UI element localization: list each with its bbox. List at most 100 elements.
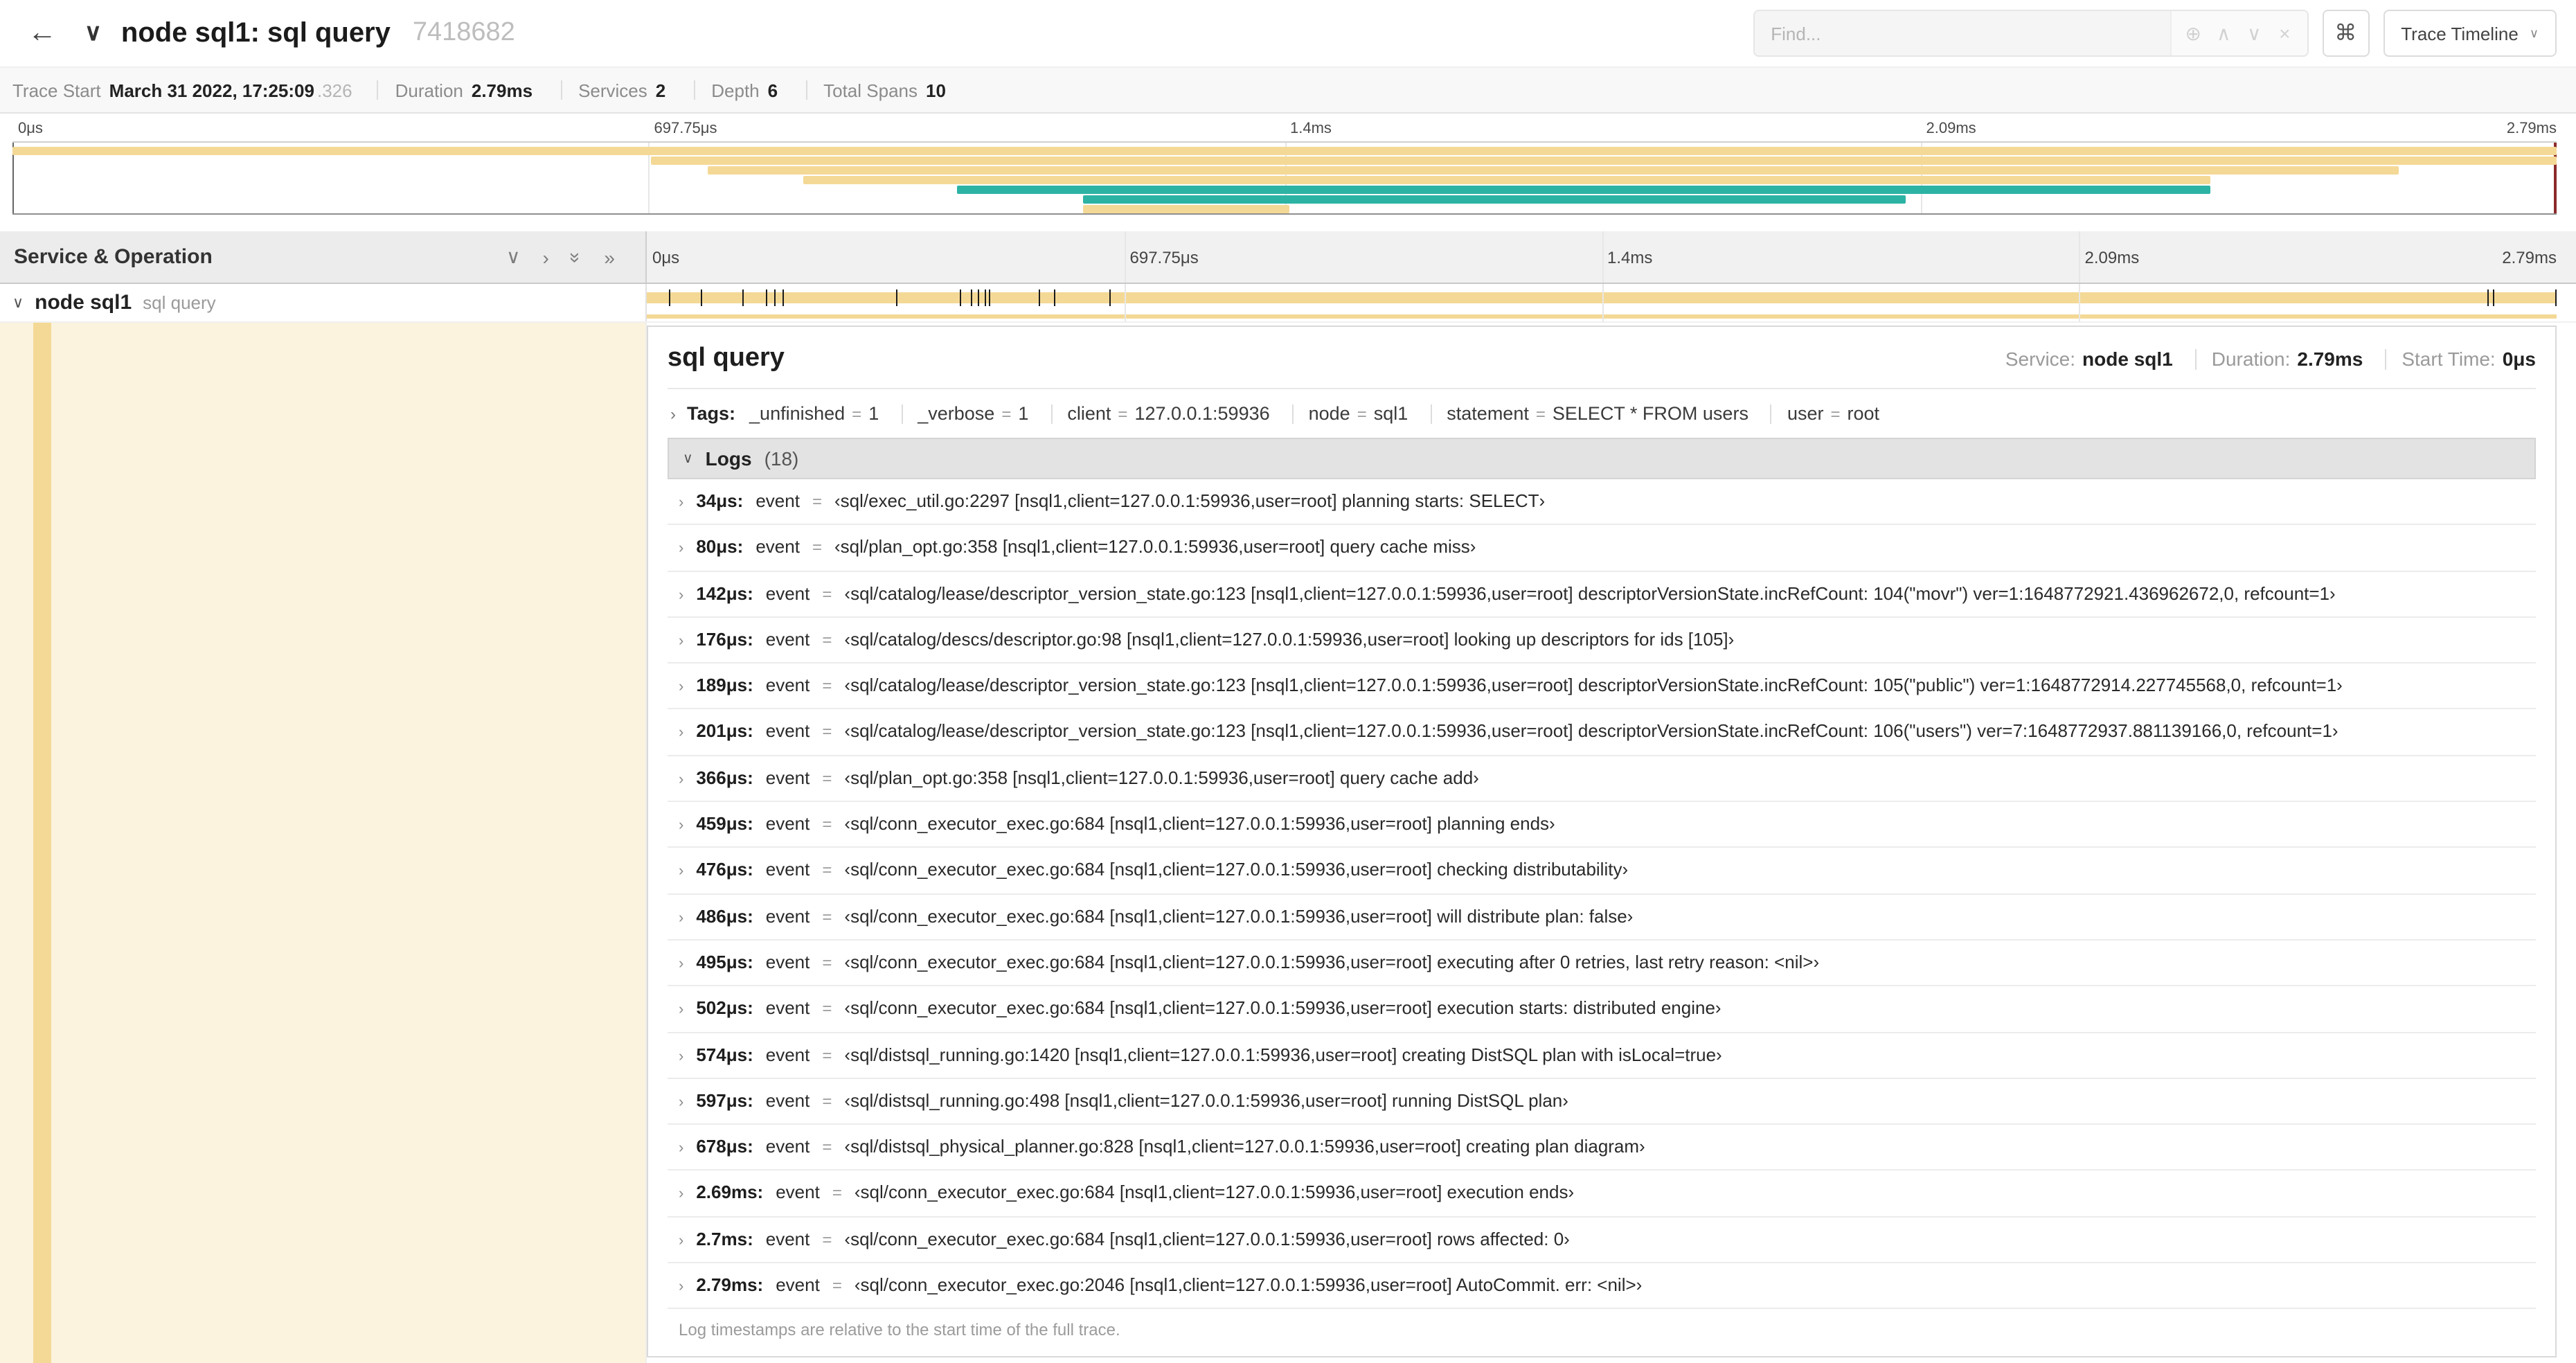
chevron-right-icon[interactable]: › [679, 1279, 683, 1295]
view-mode-dropdown[interactable]: Trace Timeline ∨ [2383, 10, 2557, 57]
chevron-right-icon[interactable]: › [679, 541, 683, 558]
log-tick [668, 289, 670, 306]
log-row[interactable]: › 2.79ms: event = ‹sql/conn_executor_exe… [668, 1263, 2536, 1310]
chevron-right-icon[interactable]: › [670, 404, 676, 423]
log-tick [989, 289, 991, 306]
chevron-right-icon[interactable]: › [679, 909, 683, 926]
log-row[interactable]: › 176μs: event = ‹sql/catalog/descs/desc… [668, 618, 2536, 664]
summary-value: March 31 2022, 17:25:09 [109, 80, 314, 100]
log-tick [2487, 289, 2489, 306]
chevron-right-icon[interactable]: › [679, 1233, 683, 1249]
gridline [1124, 284, 1126, 321]
log-row[interactable]: › 80μs: event = ‹sql/plan_opt.go:358 [ns… [668, 526, 2536, 572]
summary-value: 2.79ms [471, 80, 533, 100]
equals-sign: = [1118, 404, 1128, 423]
command-icon: ⌘ [2334, 22, 2357, 46]
minimap-span [707, 166, 2399, 175]
find-group: ⊕ ∧ ∨ × [1753, 10, 2309, 57]
log-row[interactable]: › 201μs: event = ‹sql/catalog/lease/desc… [668, 710, 2536, 756]
chevron-right-icon[interactable]: › [679, 679, 683, 695]
equals-sign: = [822, 1045, 832, 1065]
log-row[interactable]: › 502μs: event = ‹sql/conn_executor_exec… [668, 987, 2536, 1033]
find-input[interactable] [1754, 11, 2170, 55]
next-match-chevron-down-icon[interactable]: ∨ [2240, 21, 2268, 45]
log-row[interactable]: › 574μs: event = ‹sql/distsql_running.go… [668, 1033, 2536, 1079]
equals-sign: = [852, 404, 862, 423]
chevron-right-icon[interactable]: › [679, 1048, 683, 1064]
log-tick [2493, 289, 2495, 306]
log-timestamp: 2.69ms: [696, 1182, 764, 1203]
trace-minimap-section: 0μs 697.75μs 1.4ms 2.09ms 2.79ms [12, 119, 2557, 215]
log-row[interactable]: › 476μs: event = ‹sql/conn_executor_exec… [668, 848, 2536, 895]
log-field-value: ‹sql/conn_executor_exec.go:684 [nsql1,cl… [844, 1229, 1570, 1249]
log-field-value: ‹sql/plan_opt.go:358 [nsql1,client=127.0… [834, 537, 1476, 558]
divider [377, 80, 379, 100]
clear-find-close-icon[interactable]: × [2271, 22, 2298, 44]
log-row[interactable]: › 142μs: event = ‹sql/catalog/lease/desc… [668, 571, 2536, 618]
logs-footnote: Log timestamps are relative to the start… [679, 1320, 1120, 1340]
log-row[interactable]: › 495μs: event = ‹sql/conn_executor_exec… [668, 941, 2536, 987]
log-tick [782, 289, 785, 306]
ruler-tick-label: 0μs [18, 121, 43, 137]
chevron-right-icon[interactable]: › [679, 864, 683, 880]
expand-all-double-chevron-right-icon[interactable]: » [604, 246, 615, 268]
meta-item: Start Time: 0μs [2401, 348, 2536, 370]
log-row[interactable]: › 366μs: event = ‹sql/plan_opt.go:358 [n… [668, 756, 2536, 803]
ruler-tick-label: 2.79ms [2502, 248, 2557, 267]
back-icon[interactable]: ← [19, 17, 65, 50]
prev-match-chevron-up-icon[interactable]: ∧ [2210, 21, 2237, 45]
tag-key: _unfinished [749, 403, 846, 424]
keyboard-shortcuts-button[interactable]: ⌘ [2322, 10, 2370, 57]
log-timestamp: 495μs: [696, 951, 753, 972]
span-bar-cell[interactable] [647, 284, 2576, 321]
chevron-right-icon[interactable]: › [679, 495, 683, 511]
log-field-value: ‹sql/conn_executor_exec.go:2046 [nsql1,c… [854, 1276, 1643, 1296]
chevron-right-icon[interactable]: › [679, 772, 683, 788]
log-row[interactable]: › 486μs: event = ‹sql/conn_executor_exec… [668, 894, 2536, 941]
expand-one-chevron-right-icon[interactable]: › [542, 246, 548, 268]
span-chevron-down-icon[interactable]: ∨ [12, 294, 24, 312]
chevron-right-icon[interactable]: › [679, 1002, 683, 1019]
chevron-right-icon[interactable]: › [679, 1094, 683, 1111]
chevron-right-icon[interactable]: › [679, 1186, 683, 1203]
log-row[interactable]: › 2.69ms: event = ‹sql/conn_executor_exe… [668, 1171, 2536, 1218]
log-row[interactable]: › 2.7ms: event = ‹sql/conn_executor_exec… [668, 1218, 2536, 1264]
logs-accordion-header[interactable]: ∨ Logs (18) [668, 438, 2536, 479]
log-row[interactable]: › 678μs: event = ‹sql/distsql_physical_p… [668, 1125, 2536, 1171]
chevron-right-icon[interactable]: › [679, 817, 683, 834]
log-row[interactable]: › 189μs: event = ‹sql/catalog/lease/desc… [668, 663, 2536, 710]
collapse-one-chevron-down-icon[interactable]: ∨ [506, 245, 521, 269]
collapse-all-double-chevron-down-icon[interactable]: » [566, 251, 588, 262]
gridline [1602, 231, 1603, 283]
chevron-right-icon[interactable]: › [679, 956, 683, 972]
log-timestamp: 597μs: [696, 1089, 753, 1111]
log-timestamp: 574μs: [696, 1044, 753, 1065]
minimap-canvas[interactable] [12, 141, 2557, 215]
equals-sign: = [822, 768, 832, 788]
log-field-key: event [765, 582, 810, 604]
tag-value: root [1847, 403, 1880, 424]
span-row[interactable]: ∨ node sql1 sql query [0, 284, 2576, 323]
tag-item: node = sql1 [1309, 403, 1447, 424]
span-name-cell[interactable]: ∨ node sql1 sql query [0, 284, 647, 321]
chevron-right-icon[interactable]: › [679, 633, 683, 650]
log-tick [971, 289, 973, 306]
log-row[interactable]: › 597μs: event = ‹sql/distsql_running.go… [668, 1079, 2536, 1125]
tag-key: user [1787, 403, 1824, 424]
equals-sign: = [1830, 404, 1841, 423]
chevron-right-icon[interactable]: › [679, 587, 683, 603]
log-row[interactable]: › 459μs: event = ‹sql/conn_executor_exec… [668, 802, 2536, 848]
log-field-value: ‹sql/conn_executor_exec.go:684 [nsql1,cl… [854, 1183, 1575, 1203]
chevron-right-icon[interactable]: › [679, 1140, 683, 1157]
log-field-value: ‹sql/plan_opt.go:358 [nsql1,client=127.0… [844, 768, 1479, 788]
ruler-tick-label: 697.75μs [654, 121, 717, 137]
chevron-down-icon[interactable]: ∨ [683, 451, 693, 466]
log-row[interactable]: › 34μs: event = ‹sql/exec_util.go:2297 [… [668, 479, 2536, 526]
summary-value: 10 [926, 80, 946, 100]
tags-accordion[interactable]: › Tags: _unfinished = 1 _verbose = 1 cli… [668, 389, 2536, 438]
log-field-value: ‹sql/catalog/lease/descriptor_version_st… [844, 722, 2338, 742]
plus-circle-icon[interactable]: ⊕ [2179, 21, 2207, 45]
collapse-trace-chevron-down-icon[interactable]: ∨ [82, 19, 105, 47]
chevron-right-icon[interactable]: › [679, 725, 683, 742]
summary-label: Duration [395, 80, 463, 100]
